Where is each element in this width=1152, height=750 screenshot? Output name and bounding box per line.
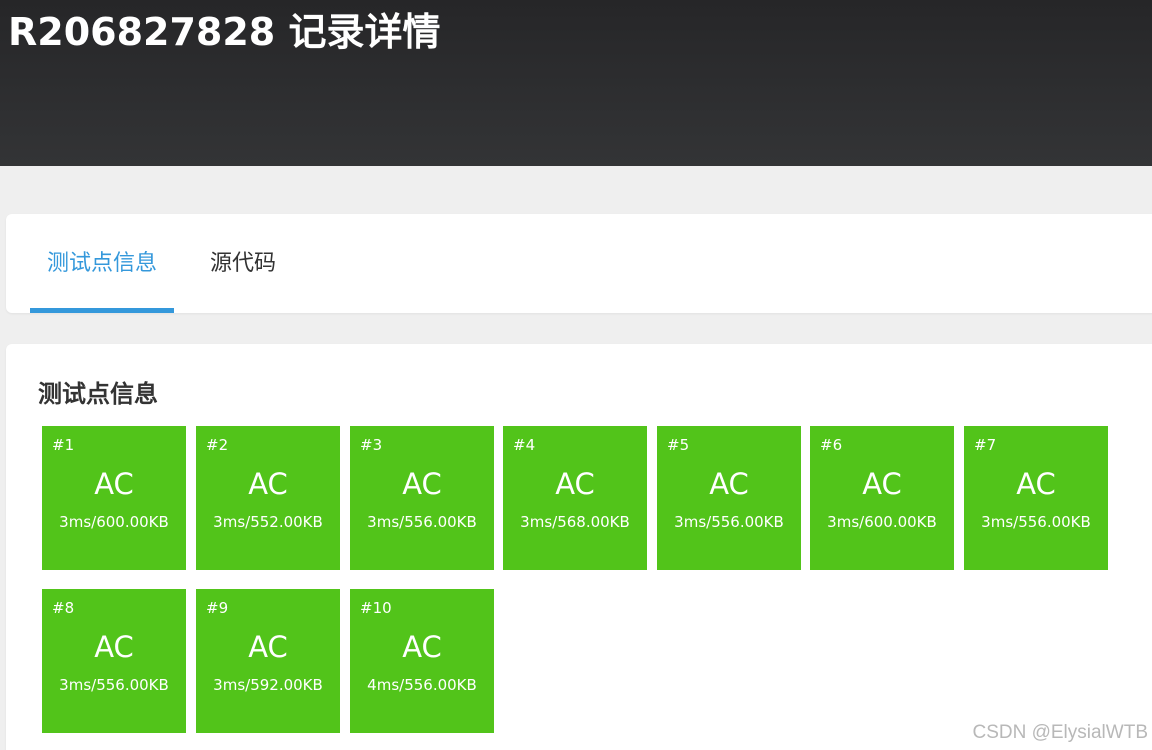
tab-testcase-info[interactable]: 测试点信息: [30, 214, 174, 313]
testcase-card[interactable]: #7 AC 3ms/556.00KB: [964, 426, 1108, 570]
watermark: CSDN @ElysialWTB: [972, 722, 1148, 743]
testcase-id: #8: [52, 599, 75, 617]
testcase-status: AC: [248, 630, 288, 664]
testcase-card[interactable]: #8 AC 3ms/556.00KB: [42, 589, 186, 733]
testcase-info: 3ms/568.00KB: [520, 513, 630, 531]
testcase-status: AC: [402, 467, 442, 501]
page-title: R206827828 记录详情: [8, 10, 441, 54]
testcase-info: 4ms/556.00KB: [367, 676, 477, 694]
testcase-id: #6: [820, 436, 843, 454]
testcase-status: AC: [94, 630, 134, 664]
testcase-info: 3ms/552.00KB: [213, 513, 323, 531]
section-title: 测试点信息: [38, 380, 158, 408]
testcase-info: 3ms/556.00KB: [674, 513, 784, 531]
testcase-card[interactable]: #10 AC 4ms/556.00KB: [350, 589, 494, 733]
testcase-card[interactable]: #2 AC 3ms/552.00KB: [196, 426, 340, 570]
testcase-id: #1: [52, 436, 75, 454]
testcase-id: #4: [513, 436, 536, 454]
testcase-status: AC: [402, 630, 442, 664]
testcase-id: #7: [974, 436, 997, 454]
testcase-status: AC: [248, 467, 288, 501]
testcase-card[interactable]: #6 AC 3ms/600.00KB: [810, 426, 954, 570]
testcase-id: #9: [206, 599, 229, 617]
testcase-card[interactable]: #4 AC 3ms/568.00KB: [503, 426, 647, 570]
testcase-card[interactable]: #3 AC 3ms/556.00KB: [350, 426, 494, 570]
testcase-info: 3ms/600.00KB: [827, 513, 937, 531]
testcase-id: #3: [360, 436, 383, 454]
testcase-status: AC: [555, 467, 595, 501]
testcase-id: #5: [667, 436, 690, 454]
tab-source-code[interactable]: 源代码: [210, 214, 276, 313]
page-header: R206827828 记录详情: [0, 0, 1152, 166]
testcase-status: AC: [1016, 467, 1056, 501]
testcase-status: AC: [862, 467, 902, 501]
testcase-card[interactable]: #9 AC 3ms/592.00KB: [196, 589, 340, 733]
testcase-card[interactable]: #5 AC 3ms/556.00KB: [657, 426, 801, 570]
testcase-info: 3ms/592.00KB: [213, 676, 323, 694]
testcase-id: #2: [206, 436, 229, 454]
testcase-card[interactable]: #1 AC 3ms/600.00KB: [42, 426, 186, 570]
testcase-panel: 测试点信息 #1 AC 3ms/600.00KB #2 AC 3ms/552.0…: [6, 344, 1152, 750]
testcase-info: 3ms/600.00KB: [59, 513, 169, 531]
testcase-status: AC: [709, 467, 749, 501]
testcase-info: 3ms/556.00KB: [59, 676, 169, 694]
testcase-info: 3ms/556.00KB: [367, 513, 477, 531]
testcase-info: 3ms/556.00KB: [981, 513, 1091, 531]
testcase-status: AC: [94, 467, 134, 501]
testcase-id: #10: [360, 599, 392, 617]
tab-bar: 测试点信息 源代码: [6, 214, 1152, 313]
